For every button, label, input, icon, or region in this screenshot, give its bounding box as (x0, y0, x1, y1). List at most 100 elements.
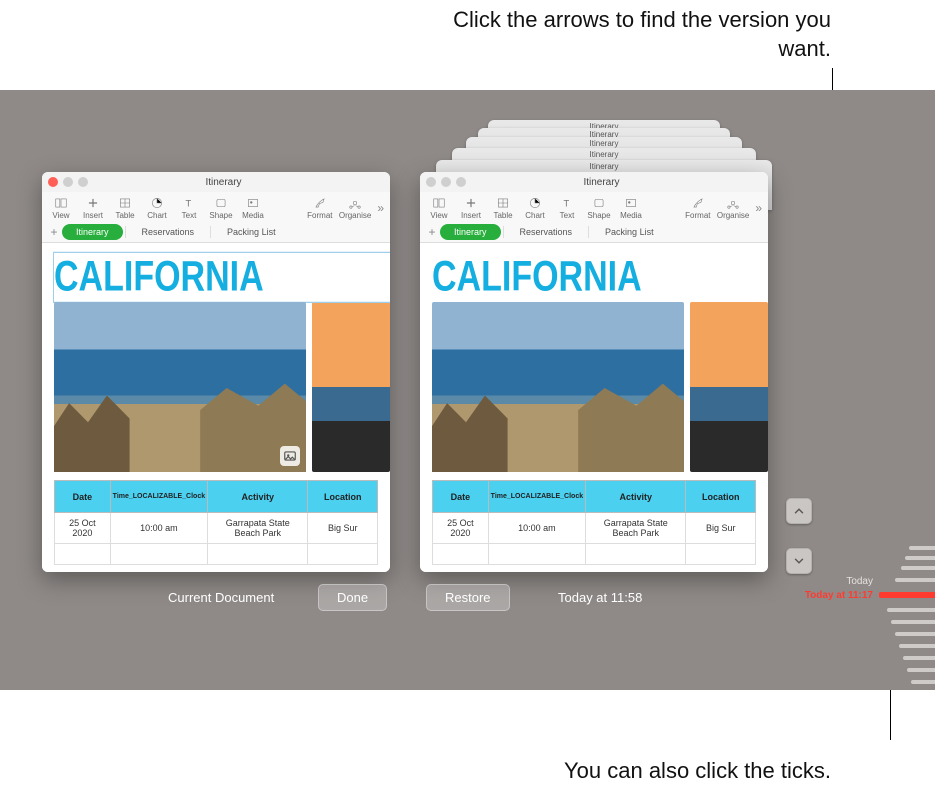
col-time: Time_LOCALIZABLE_Clock (488, 481, 585, 513)
timeline-label-selected: Today at 11:17 (805, 590, 873, 601)
versions-stage: Itinerary Itinerary Itinerary Itinerary … (0, 90, 935, 690)
document-body: CALIFORNIA Date Time_LOCALIZABLE_Clock A… (42, 243, 390, 572)
svg-text:T: T (186, 199, 192, 209)
annotation-top: Click the arrows to find the version you… (431, 6, 831, 63)
sheet-tabs: + Itinerary Reservations Packing List (42, 222, 390, 243)
view-tool[interactable]: View (426, 196, 452, 220)
tab-itinerary[interactable]: Itinerary (62, 224, 123, 240)
window-title: Itinerary (441, 177, 762, 188)
chevron-up-icon (792, 504, 806, 518)
table-header-row: Date Time_LOCALIZABLE_Clock Activity Loc… (55, 481, 378, 513)
chevron-down-icon (792, 554, 806, 568)
shape-tool[interactable]: Shape (208, 196, 234, 220)
insert-tool[interactable]: Insert (458, 196, 484, 220)
view-tool[interactable]: View (48, 196, 74, 220)
svg-text:T: T (564, 199, 570, 209)
plus-icon (86, 196, 100, 210)
media-icon (246, 196, 260, 210)
format-tool[interactable]: Format (685, 196, 711, 220)
insert-tool[interactable]: Insert (80, 196, 106, 220)
shape-tool[interactable]: Shape (586, 196, 612, 220)
version-label: Today at 11:58 (558, 590, 642, 605)
chart-tool[interactable]: Chart (144, 196, 170, 220)
timeline-tick[interactable] (903, 656, 935, 660)
table-icon (118, 196, 132, 210)
overflow-icon[interactable]: » (755, 201, 762, 215)
add-sheet-button[interactable]: + (46, 225, 62, 239)
table-header-row: Date Time_LOCALIZABLE_Clock Activity Loc… (433, 481, 756, 513)
tab-packing[interactable]: Packing List (213, 224, 290, 240)
col-time: Time_LOCALIZABLE_Clock (110, 481, 207, 513)
add-sheet-button[interactable]: + (424, 225, 440, 239)
sheet-tabs: + Itinerary Reservations Packing List (420, 222, 768, 243)
table-tool[interactable]: Table (112, 196, 138, 220)
timeline-tick[interactable] (887, 608, 935, 612)
shape-icon (592, 196, 606, 210)
media-tool[interactable]: Media (240, 196, 266, 220)
timeline-tick[interactable] (895, 578, 935, 582)
table-row[interactable] (55, 544, 378, 565)
timeline-tick[interactable] (905, 556, 935, 560)
text-icon: T (182, 196, 196, 210)
table-row[interactable]: 25 Oct 2020 10:00 am Garrapata State Bea… (55, 513, 378, 544)
annotation-bottom: You can also click the ticks. (531, 757, 831, 786)
version-timestamp: Today at 11:58 (558, 590, 642, 605)
document-heading[interactable]: CALIFORNIA (54, 253, 390, 302)
overflow-icon[interactable]: » (377, 201, 384, 215)
chart-icon (528, 196, 542, 210)
organise-tool[interactable]: Organise (339, 196, 371, 220)
version-prev-button[interactable] (786, 498, 812, 524)
current-document-window: Itinerary View Insert Table Chart TText … (42, 172, 390, 572)
table-icon (496, 196, 510, 210)
side-photo[interactable] (690, 302, 768, 472)
current-document-controls: Current Document (168, 590, 274, 605)
titlebar: Itinerary (420, 172, 768, 192)
text-icon: T (560, 196, 574, 210)
version-next-button[interactable] (786, 548, 812, 574)
image-settings-icon[interactable] (280, 446, 300, 466)
col-location: Location (308, 481, 378, 513)
media-icon (624, 196, 638, 210)
close-icon[interactable] (48, 177, 58, 187)
timeline-tick[interactable] (901, 566, 935, 570)
tab-packing[interactable]: Packing List (591, 224, 668, 240)
timeline-tick[interactable] (907, 668, 935, 672)
chart-tool[interactable]: Chart (522, 196, 548, 220)
format-tool[interactable]: Format (307, 196, 333, 220)
table-tool[interactable]: Table (490, 196, 516, 220)
col-location: Location (686, 481, 756, 513)
document-heading[interactable]: CALIFORNIA (432, 253, 768, 302)
restore-button[interactable]: Restore (426, 584, 510, 611)
side-photo[interactable] (312, 302, 390, 472)
view-icon (54, 196, 68, 210)
chart-icon (150, 196, 164, 210)
tab-itinerary[interactable]: Itinerary (440, 224, 501, 240)
timeline-tick[interactable] (909, 546, 935, 550)
col-date: Date (55, 481, 111, 513)
window-title: Itinerary (63, 177, 384, 188)
text-tool[interactable]: TText (176, 196, 202, 220)
organise-tool[interactable]: Organise (717, 196, 749, 220)
shape-icon (214, 196, 228, 210)
itinerary-table[interactable]: Date Time_LOCALIZABLE_Clock Activity Loc… (54, 480, 378, 565)
timeline-label-today: Today (846, 576, 873, 587)
timeline-tick[interactable] (895, 632, 935, 636)
media-tool[interactable]: Media (618, 196, 644, 220)
table-row[interactable] (433, 544, 756, 565)
view-icon (432, 196, 446, 210)
timeline-tick[interactable] (911, 680, 935, 684)
col-activity: Activity (208, 481, 308, 513)
plus-icon (464, 196, 478, 210)
main-photo[interactable] (54, 302, 306, 472)
document-body: CALIFORNIA Date Time_LOCALIZABLE_Clock A… (420, 243, 768, 572)
text-tool[interactable]: TText (554, 196, 580, 220)
main-photo[interactable] (432, 302, 684, 472)
timeline-tick[interactable] (899, 644, 935, 648)
itinerary-table[interactable]: Date Time_LOCALIZABLE_Clock Activity Loc… (432, 480, 756, 565)
table-row[interactable]: 25 Oct 2020 10:00 am Garrapata State Bea… (433, 513, 756, 544)
tab-reservations[interactable]: Reservations (128, 224, 209, 240)
tab-reservations[interactable]: Reservations (506, 224, 587, 240)
done-button[interactable]: Done (318, 584, 387, 611)
timeline-tick-selected[interactable] (879, 592, 935, 598)
timeline-tick[interactable] (891, 620, 935, 624)
